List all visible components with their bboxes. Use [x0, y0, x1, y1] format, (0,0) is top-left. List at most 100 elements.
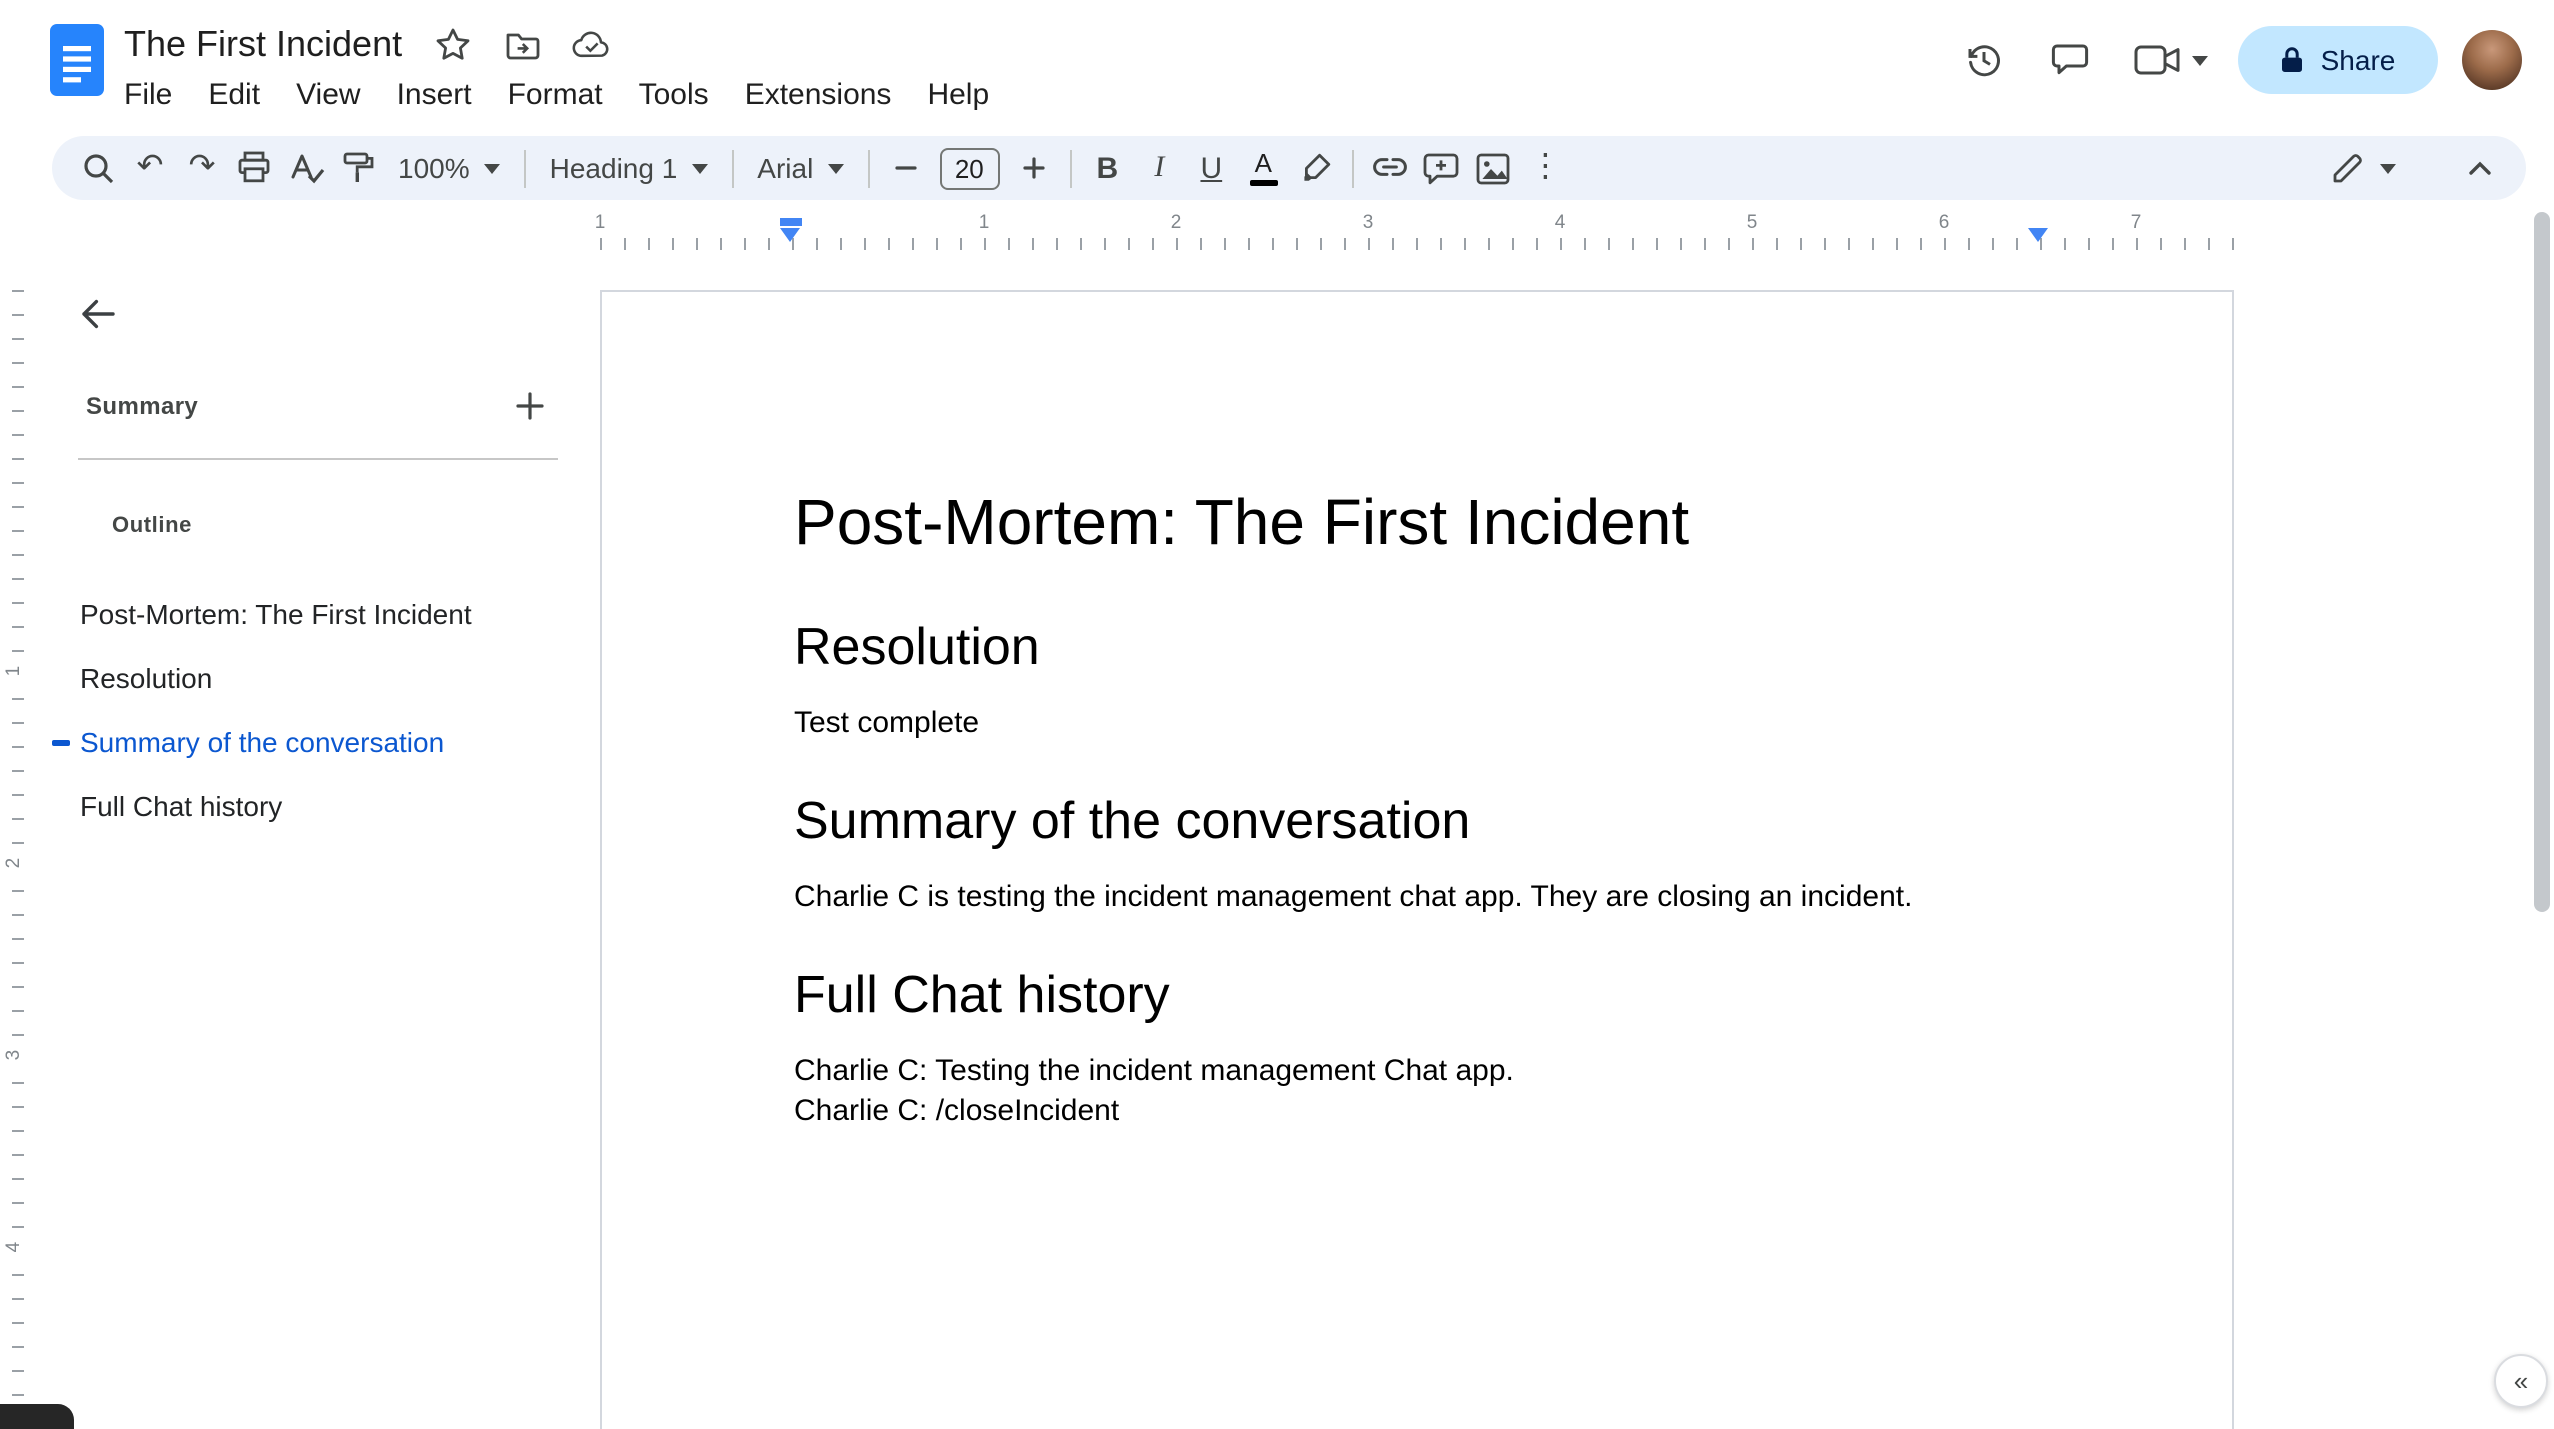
menu-extensions[interactable]: Extensions: [727, 74, 910, 116]
highlight-color-icon[interactable]: [1289, 142, 1341, 194]
toolbar-right: [2316, 142, 2506, 194]
left-indent-marker[interactable]: [780, 228, 800, 242]
font-family-value: Arial: [757, 152, 814, 184]
right-indent-marker[interactable]: [2028, 228, 2048, 242]
docs-logo-icon[interactable]: [48, 22, 106, 98]
font-size-input[interactable]: 20: [939, 147, 1000, 189]
ruler-number: 7: [2130, 212, 2142, 234]
ruler-number: 3: [3, 1041, 25, 1069]
caret-down-icon: [2192, 55, 2208, 65]
editing-mode-select[interactable]: [2316, 142, 2410, 194]
ruler-number: 6: [1938, 212, 1950, 234]
italic-button[interactable]: I: [1133, 142, 1185, 194]
vertical-scrollbar[interactable]: [2534, 128, 2550, 1417]
toolbar: ↶ ↷ 100% Heading 1 Arial 20 B I U A ⋮: [52, 136, 2526, 200]
doc-heading-summary[interactable]: Summary of the conversation: [794, 788, 2040, 852]
spell-check-icon[interactable]: [280, 142, 332, 194]
add-comment-icon[interactable]: [1415, 142, 1467, 194]
ruler-number: 1: [978, 212, 990, 234]
ruler-number: 4: [1554, 212, 1566, 234]
caret-down-icon: [2380, 163, 2396, 173]
doc-paragraph[interactable]: Charlie C: Testing the incident manageme…: [794, 1052, 2040, 1092]
back-arrow-icon: [76, 292, 120, 336]
ruler-number: 1: [3, 657, 25, 685]
outline-item-label: Summary of the conversation: [80, 726, 445, 758]
lock-icon: [2281, 46, 2305, 74]
account-avatar[interactable]: [2462, 30, 2522, 90]
toolbar-divider: [867, 149, 870, 187]
outline-items: Post-Mortem: The First Incident Resoluti…: [40, 582, 580, 838]
toolbar-divider: [731, 149, 734, 187]
ruler-number: 4: [3, 1233, 25, 1261]
ruler-ticks: [600, 238, 2234, 250]
outline-item[interactable]: Resolution: [40, 646, 580, 710]
insert-image-icon[interactable]: [1467, 142, 1519, 194]
video-call-menu[interactable]: [2122, 26, 2220, 94]
menu-edit[interactable]: Edit: [190, 74, 278, 116]
undo-icon[interactable]: ↶: [124, 142, 176, 194]
vertical-ruler[interactable]: 1 2 3 4: [0, 254, 30, 1429]
print-icon[interactable]: [228, 142, 280, 194]
ruler-number: 2: [3, 849, 25, 877]
outline-label: Outline: [112, 514, 192, 538]
outline-item-active[interactable]: Summary of the conversation: [40, 710, 580, 774]
doc-paragraph[interactable]: Charlie C: /closeIncident: [794, 1092, 2040, 1132]
underline-button[interactable]: U: [1185, 142, 1237, 194]
share-label: Share: [2320, 44, 2396, 76]
page-content[interactable]: Post-Mortem: The First Incident Resoluti…: [602, 292, 2232, 1132]
version-history-icon[interactable]: [1950, 26, 2018, 94]
outline-item[interactable]: Post-Mortem: The First Incident: [40, 582, 580, 646]
ruler-number: 3: [1362, 212, 1374, 234]
summary-label: Summary: [86, 392, 199, 420]
outline-item[interactable]: Full Chat history: [40, 774, 580, 838]
collapse-side-panel-button[interactable]: «: [2494, 1354, 2548, 1408]
app-header: The First Incident File Edit View Insert…: [0, 0, 2554, 136]
star-icon[interactable]: [432, 24, 472, 64]
doc-paragraph[interactable]: Charlie C is testing the incident manage…: [794, 878, 2040, 918]
zoom-select[interactable]: 100%: [384, 142, 514, 194]
decrease-font-size-button[interactable]: [879, 142, 931, 194]
search-menus-icon[interactable]: [72, 142, 124, 194]
doc-paragraph[interactable]: Test complete: [794, 704, 2040, 744]
ruler-number: 5: [1746, 212, 1758, 234]
menu-insert[interactable]: Insert: [379, 74, 490, 116]
horizontal-ruler[interactable]: 1 1 2 3 4 5 6 7: [0, 208, 2554, 254]
add-summary-button[interactable]: [504, 380, 556, 432]
menu-file[interactable]: File: [106, 74, 190, 116]
bold-button[interactable]: B: [1081, 142, 1133, 194]
zoom-value: 100%: [398, 152, 470, 184]
paragraph-style-value: Heading 1: [549, 152, 678, 184]
insert-link-icon[interactable]: [1363, 142, 1415, 194]
comments-icon[interactable]: [2036, 26, 2104, 94]
increase-font-size-button[interactable]: [1007, 142, 1059, 194]
menu-tools[interactable]: Tools: [621, 74, 727, 116]
doc-heading-chat-history[interactable]: Full Chat history: [794, 962, 2040, 1026]
caret-down-icon: [827, 163, 844, 173]
menu-format[interactable]: Format: [490, 74, 621, 116]
document-title[interactable]: The First Incident: [124, 23, 402, 65]
font-family-select[interactable]: Arial: [743, 142, 857, 194]
close-outline-button[interactable]: [66, 282, 130, 346]
hide-menus-chevron-icon[interactable]: [2454, 142, 2506, 194]
first-line-indent-marker[interactable]: [780, 218, 802, 225]
google-docs-app: The First Incident File Edit View Insert…: [0, 0, 2554, 1429]
panel-divider: [78, 458, 558, 460]
menu-help[interactable]: Help: [909, 74, 1007, 116]
video-call-icon: [2134, 44, 2182, 76]
bottom-left-toast: [0, 1404, 74, 1429]
paragraph-style-select[interactable]: Heading 1: [536, 142, 722, 194]
doc-title-heading[interactable]: Post-Mortem: The First Incident: [794, 482, 2040, 562]
menu-view[interactable]: View: [278, 74, 379, 116]
menubar: File Edit View Insert Format Tools Exten…: [106, 74, 1007, 116]
more-options-icon[interactable]: ⋮: [1519, 142, 1571, 194]
caret-down-icon: [483, 163, 500, 173]
document-page[interactable]: Post-Mortem: The First Incident Resoluti…: [600, 290, 2234, 1429]
move-folder-icon[interactable]: [502, 24, 542, 64]
redo-icon[interactable]: ↷: [176, 142, 228, 194]
text-color-button[interactable]: A: [1237, 142, 1289, 194]
scrollbar-thumb[interactable]: [2534, 212, 2550, 912]
share-button[interactable]: Share: [2238, 26, 2438, 94]
doc-heading-resolution[interactable]: Resolution: [794, 614, 2040, 678]
paint-format-icon[interactable]: [332, 142, 384, 194]
summary-row: Summary: [86, 384, 556, 428]
